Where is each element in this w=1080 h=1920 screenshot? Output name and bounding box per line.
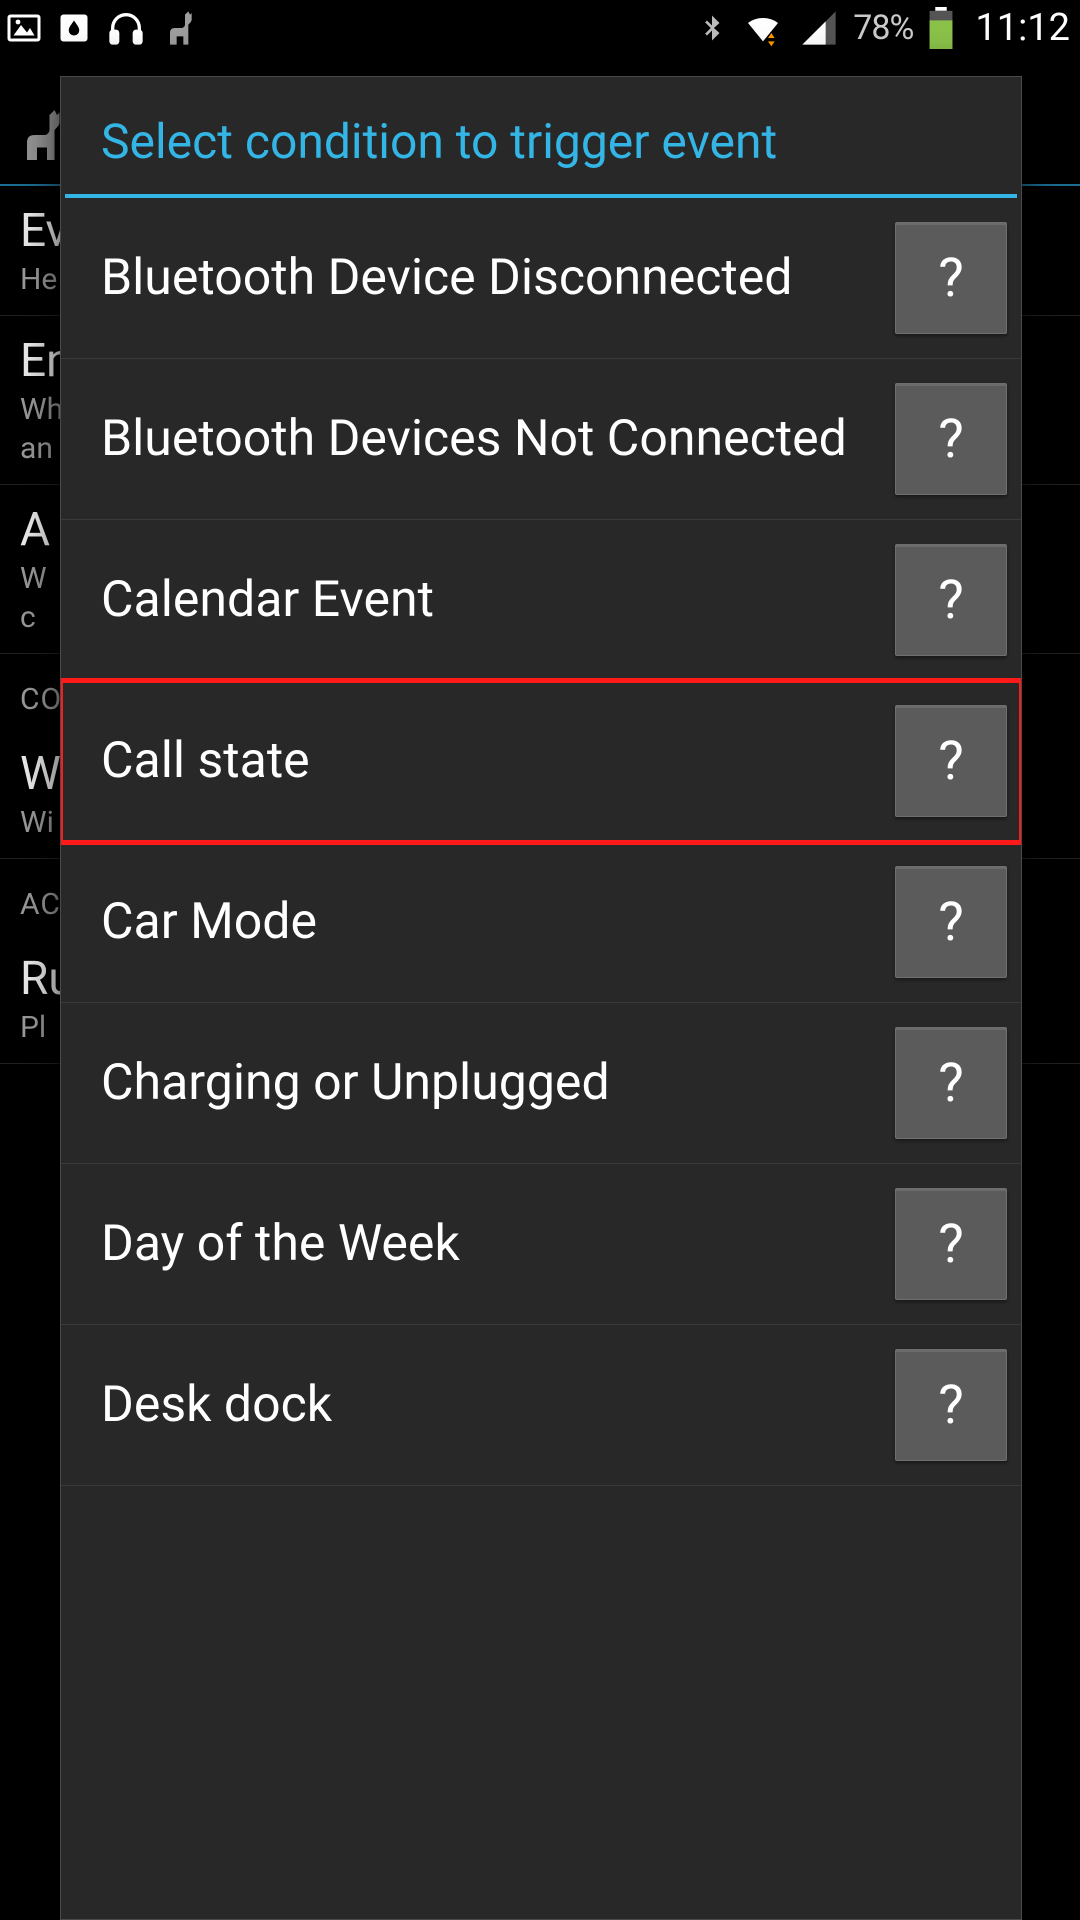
dialog-title: Select condition to trigger event	[101, 113, 981, 170]
condition-row[interactable]: Calendar Event?	[61, 520, 1021, 681]
condition-help-button[interactable]: ?	[895, 1027, 1007, 1139]
status-clock: 11:12	[975, 6, 1070, 50]
condition-row[interactable]: Desk dock?	[61, 1325, 1021, 1486]
condition-label: Charging or Unplugged	[101, 1053, 895, 1113]
condition-row[interactable]: Bluetooth Device Disconnected?	[61, 198, 1021, 359]
status-bar-right: 78% 11:12	[697, 6, 1070, 50]
condition-picker-dialog: Select condition to trigger event Blueto…	[60, 76, 1022, 1920]
bluetooth-icon	[697, 8, 727, 48]
battery-percent: 78%	[853, 8, 913, 48]
drop-icon	[56, 10, 92, 46]
headphones-icon	[106, 8, 146, 48]
condition-list[interactable]: Bluetooth Device Disconnected?Bluetooth …	[61, 198, 1021, 1919]
condition-row[interactable]: Car Mode?	[61, 842, 1021, 1003]
llama-icon	[160, 8, 200, 48]
condition-help-button[interactable]: ?	[895, 866, 1007, 978]
condition-help-button[interactable]: ?	[895, 383, 1007, 495]
battery-icon	[927, 7, 955, 49]
condition-label: Calendar Event	[101, 570, 895, 630]
gallery-icon	[6, 10, 42, 46]
condition-label: Desk dock	[101, 1375, 895, 1435]
condition-label: Bluetooth Devices Not Connected	[101, 409, 895, 469]
condition-label: Day of the Week	[101, 1214, 895, 1274]
dialog-header: Select condition to trigger event	[61, 77, 1021, 194]
condition-row[interactable]: Call state?	[61, 681, 1021, 842]
status-bar: 78% 11:12	[0, 0, 1080, 56]
signal-icon	[799, 8, 839, 48]
condition-row[interactable]: Bluetooth Devices Not Connected?	[61, 359, 1021, 520]
condition-help-button[interactable]: ?	[895, 1188, 1007, 1300]
condition-help-button[interactable]: ?	[895, 222, 1007, 334]
condition-help-button[interactable]: ?	[895, 705, 1007, 817]
status-bar-left	[6, 8, 200, 48]
condition-label: Car Mode	[101, 892, 895, 952]
condition-label: Call state	[101, 731, 895, 791]
wifi-icon	[741, 8, 785, 48]
condition-row[interactable]: Day of the Week?	[61, 1164, 1021, 1325]
condition-help-button[interactable]: ?	[895, 544, 1007, 656]
condition-help-button[interactable]: ?	[895, 1349, 1007, 1461]
condition-label: Bluetooth Device Disconnected	[101, 248, 895, 308]
condition-row[interactable]: Charging or Unplugged?	[61, 1003, 1021, 1164]
